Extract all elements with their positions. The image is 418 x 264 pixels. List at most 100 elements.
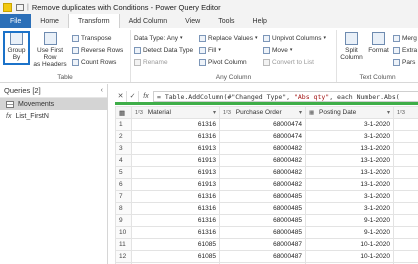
cell-purchase-order[interactable]: 68000474: [219, 118, 306, 131]
cell-material[interactable]: 61316: [131, 202, 220, 215]
tab-add-column[interactable]: Add Column: [120, 14, 177, 28]
cell-next[interactable]: [393, 130, 418, 143]
count-rows-button[interactable]: Count Rows: [72, 57, 116, 67]
row-number[interactable]: 11: [115, 238, 132, 251]
cell-purchase-order[interactable]: 68000482: [219, 154, 306, 167]
cell-purchase-order[interactable]: 68000482: [219, 178, 306, 191]
tab-tools[interactable]: Tools: [209, 14, 243, 28]
table-corner-icon[interactable]: ▦: [115, 106, 132, 119]
cell-material[interactable]: 61316: [131, 214, 220, 227]
cell-next[interactable]: [393, 238, 418, 251]
cell-posting-date[interactable]: 13-1-2020: [305, 166, 394, 179]
cell-material[interactable]: 61316: [131, 130, 220, 143]
cell-material[interactable]: 61913: [131, 166, 220, 179]
row-number[interactable]: 9: [115, 214, 132, 227]
cell-material[interactable]: 61085: [131, 250, 220, 263]
row-number[interactable]: 2: [115, 130, 132, 143]
rename-button[interactable]: Rename: [134, 57, 168, 67]
row-number[interactable]: 4: [115, 154, 132, 167]
cell-posting-date[interactable]: 9-1-2020: [305, 226, 394, 239]
table-row[interactable]: 9 61316 68000485 9-1-2020: [115, 214, 418, 227]
table-row[interactable]: 5 61913 68000482 13-1-2020: [115, 166, 418, 179]
column-header-next[interactable]: 1²3: [393, 106, 418, 119]
cell-purchase-order[interactable]: 68000485: [219, 226, 306, 239]
filter-dropdown-icon[interactable]: ▾: [299, 109, 302, 116]
row-number[interactable]: 10: [115, 226, 132, 239]
tab-file[interactable]: File: [0, 14, 32, 28]
cell-purchase-order[interactable]: 68000482: [219, 166, 306, 179]
cell-purchase-order[interactable]: 68000485: [219, 202, 306, 215]
cell-posting-date[interactable]: 3-1-2020: [305, 190, 394, 203]
query-item-movements[interactable]: Movements: [0, 98, 107, 110]
row-number[interactable]: 5: [115, 166, 132, 179]
data-type-dropdown[interactable]: Data Type: Any ▾: [134, 33, 182, 43]
cell-next[interactable]: [393, 250, 418, 263]
table-row[interactable]: 1 61316 68000474 3-1-2020: [115, 118, 418, 131]
cell-material[interactable]: 61913: [131, 142, 220, 155]
type-icon[interactable]: 1²3: [223, 110, 231, 116]
tab-help[interactable]: Help: [244, 14, 276, 28]
cell-next[interactable]: [393, 214, 418, 227]
cell-material[interactable]: 61913: [131, 154, 220, 167]
merge-columns-button[interactable]: Merg: [393, 33, 417, 43]
transpose-button[interactable]: Transpose: [72, 33, 111, 43]
column-header-material[interactable]: 1²3 Material ▾: [131, 106, 220, 119]
cancel-formula-icon[interactable]: ✕: [115, 90, 127, 102]
cell-purchase-order[interactable]: 68000487: [219, 250, 306, 263]
type-icon[interactable]: 1²3: [135, 110, 143, 116]
cell-next[interactable]: [393, 190, 418, 203]
unpivot-columns-button[interactable]: Unpivot Columns ▾: [263, 33, 326, 43]
table-row[interactable]: 12 61085 68000487 10-1-2020: [115, 250, 418, 263]
pivot-column-button[interactable]: Pivot Column: [199, 57, 247, 67]
table-row[interactable]: 2 61316 68000474 3-1-2020: [115, 130, 418, 143]
tab-view[interactable]: View: [176, 14, 209, 28]
cell-material[interactable]: 61316: [131, 226, 220, 239]
cell-material[interactable]: 61316: [131, 190, 220, 203]
cell-purchase-order[interactable]: 68000485: [219, 214, 306, 227]
type-icon[interactable]: 1²3: [397, 110, 405, 116]
cell-material[interactable]: 61085: [131, 238, 220, 251]
cell-purchase-order[interactable]: 68000487: [219, 238, 306, 251]
table-row[interactable]: 3 61913 68000482 13-1-2020: [115, 142, 418, 155]
cell-next[interactable]: [393, 202, 418, 215]
filter-dropdown-icon[interactable]: ▾: [213, 109, 216, 116]
row-number[interactable]: 12: [115, 250, 132, 263]
use-first-row-button[interactable]: Use First Row as Headers: [32, 32, 68, 70]
split-column-button[interactable]: Split Column: [339, 32, 364, 70]
cell-next[interactable]: [393, 178, 418, 191]
move-button[interactable]: Move ▾: [263, 45, 292, 55]
formula-input[interactable]: = Table.AddColumn(#"Changed Type", "Abs …: [153, 90, 418, 102]
cell-posting-date[interactable]: 3-1-2020: [305, 130, 394, 143]
cell-posting-date[interactable]: 10-1-2020: [305, 238, 394, 251]
parse-button[interactable]: Pars: [393, 57, 415, 67]
reverse-rows-button[interactable]: Reverse Rows: [72, 45, 123, 55]
fill-button[interactable]: Fill ▾: [199, 45, 221, 55]
save-icon[interactable]: [16, 3, 24, 11]
cell-purchase-order[interactable]: 68000474: [219, 130, 306, 143]
queries-header[interactable]: Queries [2] ‹: [0, 84, 107, 98]
cell-next[interactable]: [393, 226, 418, 239]
cell-posting-date[interactable]: 3-1-2020: [305, 118, 394, 131]
cell-next[interactable]: [393, 118, 418, 131]
collapse-icon[interactable]: ‹: [101, 87, 103, 94]
extract-button[interactable]: Extra: [393, 45, 417, 55]
cell-purchase-order[interactable]: 68000485: [219, 190, 306, 203]
tab-transform[interactable]: Transform: [67, 14, 120, 28]
column-header-purchase-order[interactable]: 1²3 Purchase Order ▾: [219, 106, 306, 119]
cell-posting-date[interactable]: 13-1-2020: [305, 154, 394, 167]
cell-purchase-order[interactable]: 68000482: [219, 142, 306, 155]
cell-posting-date[interactable]: 9-1-2020: [305, 214, 394, 227]
convert-to-list-button[interactable]: Convert to List: [263, 57, 314, 67]
table-row[interactable]: 6 61913 68000482 13-1-2020: [115, 178, 418, 191]
table-row[interactable]: 7 61316 68000485 3-1-2020: [115, 190, 418, 203]
calendar-type-icon[interactable]: ▦: [309, 110, 314, 116]
row-number[interactable]: 8: [115, 202, 132, 215]
column-header-posting-date[interactable]: ▦ Posting Date ▾: [305, 106, 394, 119]
cell-posting-date[interactable]: 13-1-2020: [305, 142, 394, 155]
table-row[interactable]: 4 61913 68000482 13-1-2020: [115, 154, 418, 167]
row-number[interactable]: 1: [115, 118, 132, 131]
cell-posting-date[interactable]: 10-1-2020: [305, 250, 394, 263]
tab-home[interactable]: Home: [31, 14, 68, 28]
row-number[interactable]: 6: [115, 178, 132, 191]
cell-posting-date[interactable]: 3-1-2020: [305, 202, 394, 215]
